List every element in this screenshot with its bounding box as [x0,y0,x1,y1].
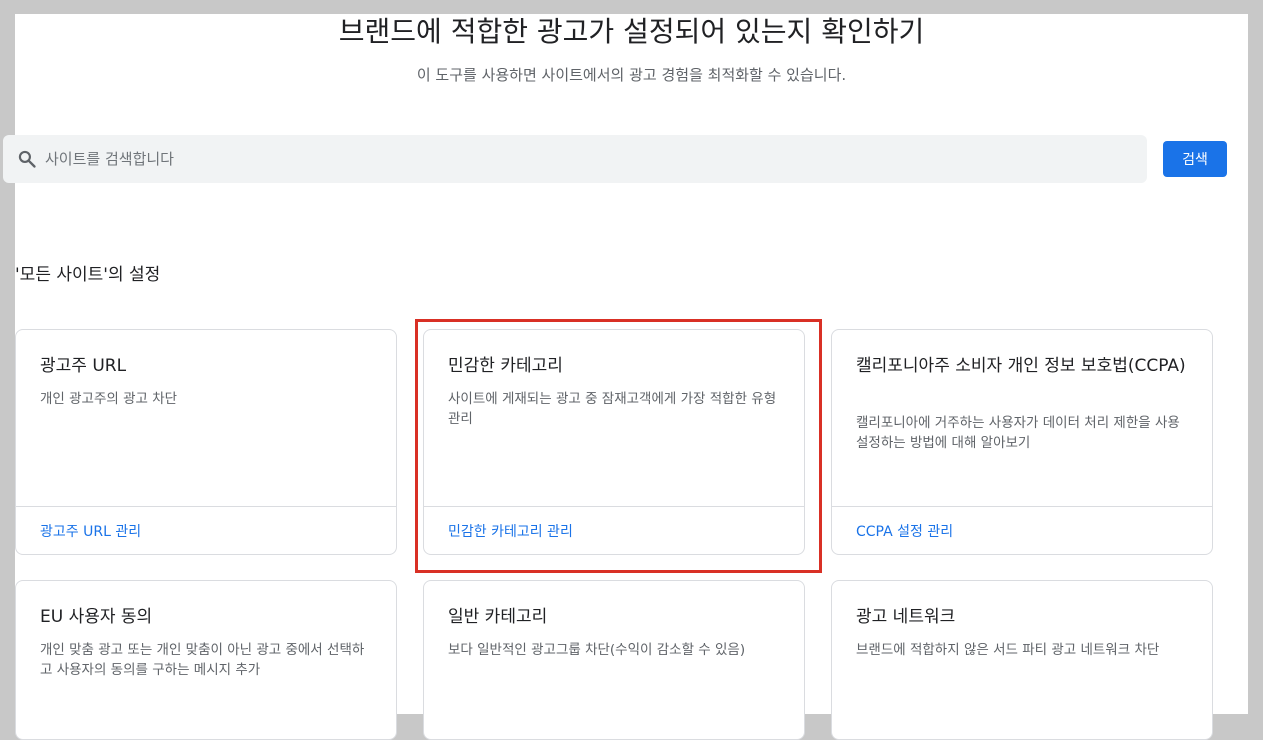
highlight-box [415,319,822,573]
search-icon [18,150,36,168]
card-ccpa: 캘리포니아주 소비자 개인 정보 보호법(CCPA) 캘리포니아에 거주하는 사… [831,329,1213,555]
card-title: 캘리포니아주 소비자 개인 정보 보호법(CCPA) [856,356,1186,376]
card-eu-consent: EU 사용자 동의 개인 맞춤 광고 또는 개인 맞춤이 아닌 광고 중에서 선… [15,580,397,740]
search-input[interactable] [45,135,1125,183]
card-title: 광고 네트워크 [856,607,956,627]
section-title: '모든 사이트'의 설정 [15,265,161,285]
card-description: 브랜드에 적합하지 않은 서드 파티 광고 네트워크 차단 [856,642,1160,658]
search-button[interactable]: 검색 [1163,141,1227,177]
search-bar[interactable] [3,135,1147,183]
card-description: 보다 일반적인 광고그룹 차단(수익이 감소할 수 있음) [448,642,746,658]
card-description: 개인 맞춤 광고 또는 개인 맞춤이 아닌 광고 중에서 선택하고 사용자의 동… [40,642,365,678]
card-footer: 광고주 URL 관리 [16,506,396,554]
card-description: 개인 광고주의 광고 차단 [40,391,178,407]
manage-advertiser-url-link[interactable]: 광고주 URL 관리 [40,521,141,541]
card-footer: CCPA 설정 관리 [832,506,1212,554]
card-description: 캘리포니아에 거주하는 사용자가 데이터 처리 제한을 사용 설정하는 방법에 … [856,415,1180,451]
card-title: EU 사용자 동의 [40,607,153,627]
card-title: 일반 카테고리 [448,607,548,627]
card-general-categories: 일반 카테고리 보다 일반적인 광고그룹 차단(수익이 감소할 수 있음) [423,580,805,740]
page-title: 브랜드에 적합한 광고가 설정되어 있는지 확인하기 [338,15,925,48]
card-advertiser-url: 광고주 URL 개인 광고주의 광고 차단 광고주 URL 관리 [15,329,397,555]
card-ad-networks: 광고 네트워크 브랜드에 적합하지 않은 서드 파티 광고 네트워크 차단 [831,580,1213,740]
main-page: 브랜드에 적합한 광고가 설정되어 있는지 확인하기 이 도구를 사용하면 사이… [3,14,1248,740]
page-subtitle: 이 도구를 사용하면 사이트에서의 광고 경험을 최적화할 수 있습니다. [416,66,847,84]
card-title: 광고주 URL [40,356,127,376]
manage-ccpa-link[interactable]: CCPA 설정 관리 [856,521,953,541]
